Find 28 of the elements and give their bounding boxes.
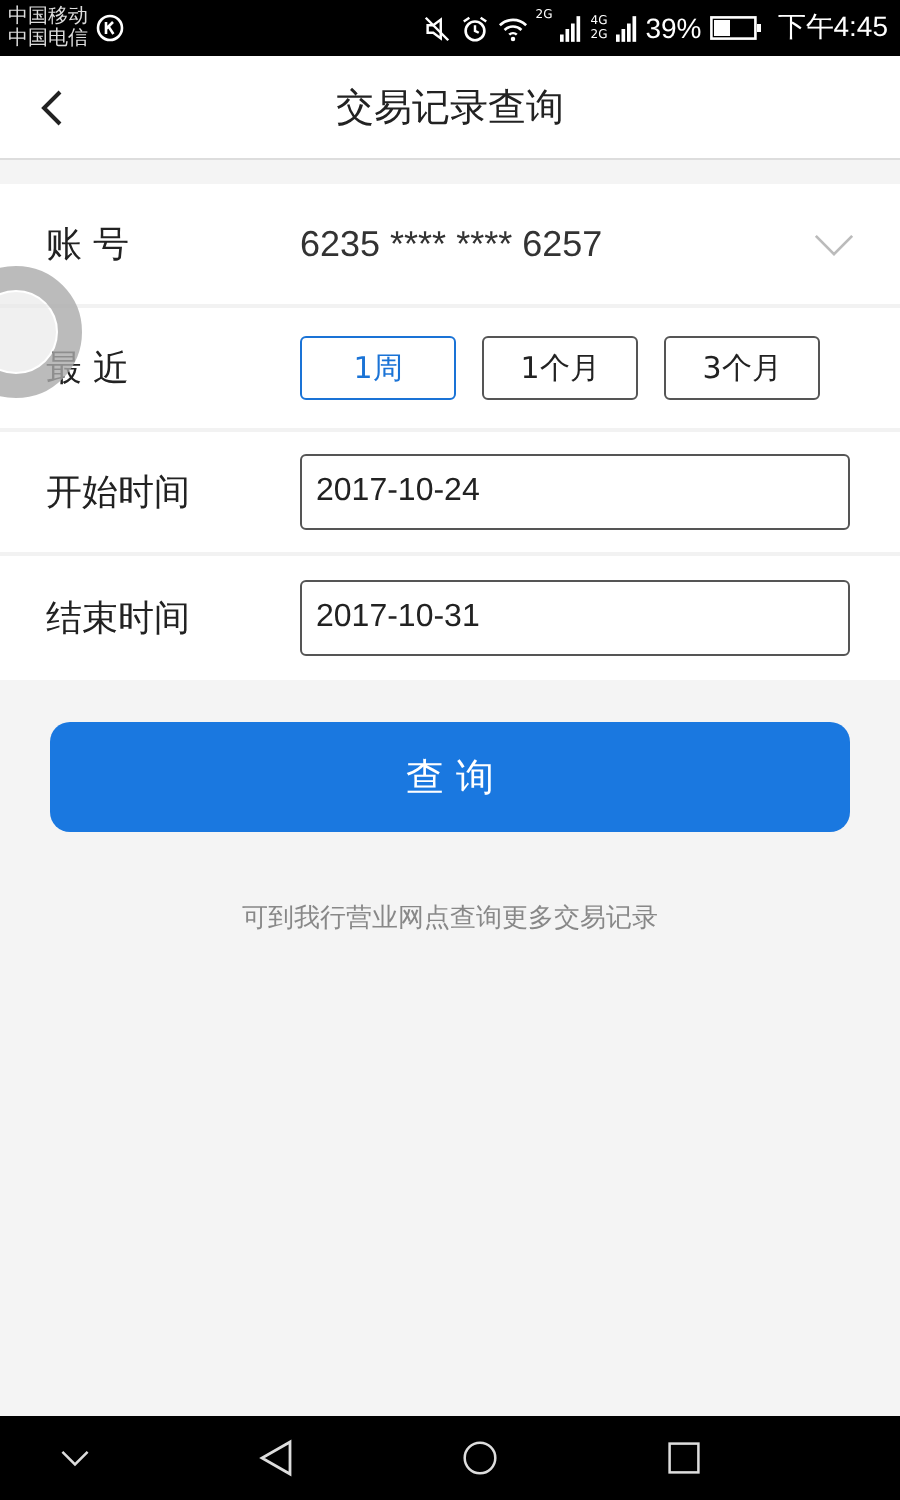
- alarm-icon: [459, 13, 490, 43]
- back-icon[interactable]: [40, 87, 64, 127]
- date-field[interactable]: 2017-10-31: [300, 580, 850, 656]
- account-number[interactable]: 6235 **** **** 6257: [300, 223, 814, 265]
- field-label: 账 号: [46, 222, 132, 268]
- wifi-icon: [497, 13, 528, 43]
- period-option[interactable]: 1个月: [482, 336, 638, 400]
- field-label: 最 近: [46, 346, 132, 392]
- period-option[interactable]: 3个月: [664, 336, 820, 400]
- carrier-name: 中国移动: [8, 6, 88, 28]
- clock: 下午4:45: [777, 10, 888, 46]
- info-note: 可到我行营业网点查询更多交易记录: [242, 902, 658, 936]
- date-field[interactable]: 2017-10-24: [300, 454, 850, 530]
- battery-icon: [709, 16, 762, 40]
- page-title: 交易记录查询: [336, 83, 564, 133]
- k-circle-icon: [96, 14, 124, 42]
- mute-icon: [421, 13, 452, 43]
- signal-icon: [615, 15, 638, 41]
- home-icon[interactable]: [462, 1438, 498, 1478]
- battery-percent: 39%: [645, 12, 702, 44]
- field-label: 结束时间: [46, 596, 192, 642]
- chevron-down-icon[interactable]: [60, 1449, 90, 1467]
- recents-icon[interactable]: [666, 1438, 702, 1478]
- carrier-name: 中国电信: [8, 28, 88, 50]
- signal-icon: [560, 15, 583, 41]
- query-button[interactable]: 查 询: [50, 722, 850, 832]
- period-option[interactable]: 1周: [300, 336, 456, 400]
- field-label: 开始时间: [46, 470, 192, 516]
